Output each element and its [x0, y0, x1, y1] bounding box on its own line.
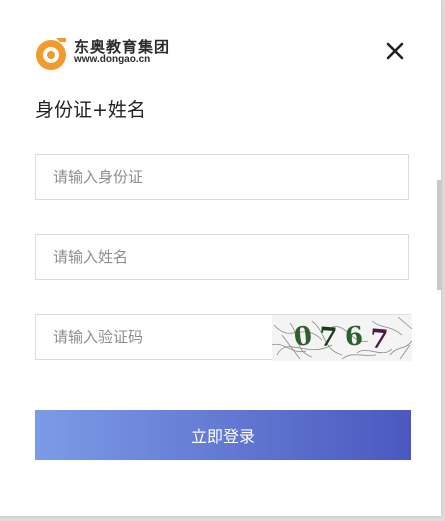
id-card-field	[35, 154, 409, 200]
name-field	[35, 234, 409, 280]
brand-url: www.dongao.cn	[74, 54, 151, 65]
login-modal: 东奥教育集团 www.dongao.cn 身份证+姓名 请输入身份证 请输入姓名…	[0, 0, 441, 516]
captcha-graphic: 0 7 6 7	[272, 316, 412, 360]
close-button[interactable]	[382, 38, 408, 64]
captcha-char: 0	[292, 321, 313, 353]
login-method-title: 身份证+姓名	[35, 99, 146, 121]
name-input[interactable]	[36, 235, 408, 279]
close-icon	[386, 42, 404, 60]
captcha-char: 7	[318, 322, 338, 353]
captcha-field: 0 7 6 7	[35, 314, 412, 361]
captcha-char: 6	[344, 322, 364, 353]
background-scrollbar	[437, 180, 441, 290]
captcha-input[interactable]	[36, 315, 272, 359]
captcha-char: 7	[368, 324, 389, 355]
brand-logo: 东奥教育集团 www.dongao.cn	[34, 35, 174, 71]
captcha-image[interactable]: 0 7 6 7	[272, 315, 412, 361]
dongao-logo-icon	[36, 38, 66, 70]
login-button[interactable]: 立即登录	[35, 410, 411, 460]
id-card-input[interactable]	[36, 155, 408, 199]
